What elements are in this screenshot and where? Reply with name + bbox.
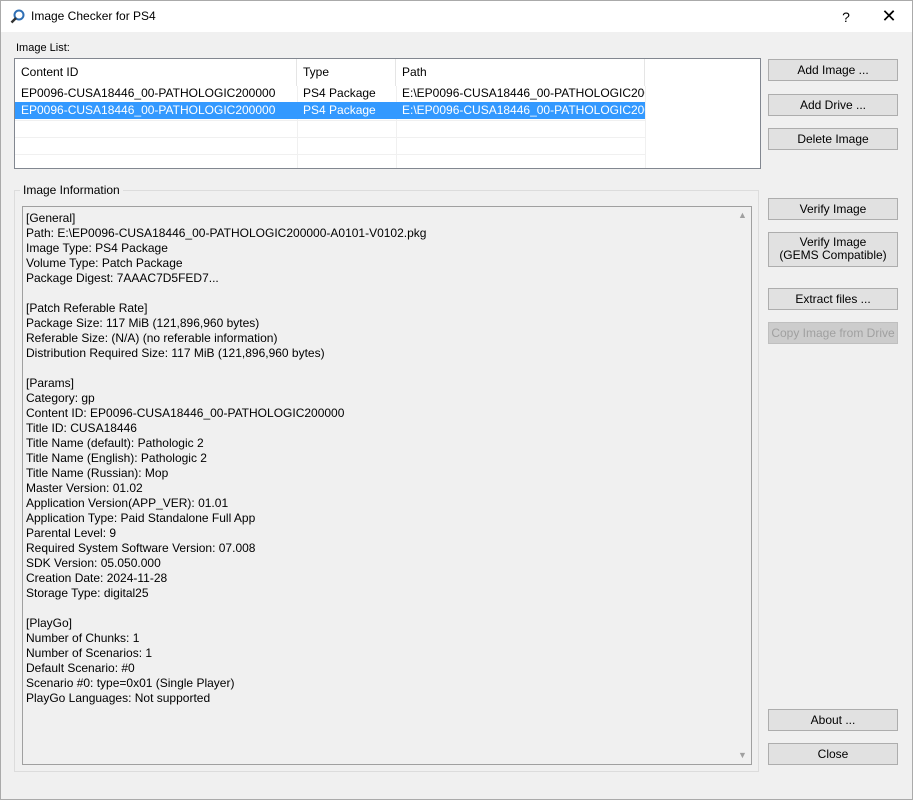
add-drive-button[interactable]: Add Drive ...: [768, 94, 898, 116]
info-line: [General]: [26, 211, 76, 225]
info-lines: [General] Path: E:\EP0096-CUSA18446_00-PA…: [26, 211, 426, 706]
extract-files-button[interactable]: Extract files ...: [768, 288, 898, 310]
info-line: Package Digest: 7AAAC7D5FED7...: [26, 271, 219, 285]
scroll-up-arrow-icon[interactable]: ▲: [734, 207, 751, 224]
close-button[interactable]: Close: [768, 743, 898, 765]
verify-gems-line2: (GEMS Compatible): [779, 248, 887, 262]
info-line: Application Type: Paid Standalone Full A…: [26, 511, 256, 525]
app-icon: [10, 9, 25, 24]
column-header-content-id[interactable]: Content ID: [15, 59, 297, 86]
info-line: Title ID: CUSA18446: [26, 421, 137, 435]
window-title: Image Checker for PS4: [31, 9, 156, 23]
info-line: Category: gp: [26, 391, 95, 405]
image-list[interactable]: Content ID Type Path EP0096-CUSA18446_00…: [14, 58, 761, 169]
grid-line: [15, 137, 645, 138]
info-line: Referable Size: (N/A) (no referable info…: [26, 331, 278, 345]
list-row-selected[interactable]: EP0096-CUSA18446_00-PATHOLOGIC200000 PS4…: [15, 102, 760, 119]
info-line: Distribution Required Size: 117 MiB (121…: [26, 346, 325, 360]
image-list-label: Image List:: [16, 42, 70, 54]
info-line: Number of Chunks: 1: [26, 631, 140, 645]
info-line: Path: E:\EP0096-CUSA18446_00-PATHOLOGIC2…: [26, 226, 427, 240]
cell-type: PS4 Package: [297, 102, 396, 119]
delete-image-button[interactable]: Delete Image: [768, 128, 898, 150]
info-line: Package Size: 117 MiB (121,896,960 bytes…: [26, 316, 260, 330]
info-line: Master Version: 01.02: [26, 481, 143, 495]
verify-image-gems-button[interactable]: Verify Image (GEMS Compatible): [768, 232, 898, 267]
list-row[interactable]: EP0096-CUSA18446_00-PATHOLOGIC200000 PS4…: [15, 85, 760, 102]
copy-image-from-drive-button: Copy Image from Drive: [768, 322, 898, 344]
list-header: Content ID Type Path: [15, 59, 760, 86]
scroll-down-arrow-icon[interactable]: ▼: [734, 747, 751, 764]
info-line: Volume Type: Patch Package: [26, 256, 183, 270]
info-line: Title Name (default): Pathologic 2: [26, 436, 204, 450]
verify-image-button[interactable]: Verify Image: [768, 198, 898, 220]
info-line: Creation Date: 2024-11-28: [26, 571, 168, 585]
info-line: Storage Type: digital25: [26, 586, 149, 600]
grid-line: [15, 120, 645, 121]
info-line: Image Type: PS4 Package: [26, 241, 168, 255]
info-line: [26, 361, 426, 376]
info-line: SDK Version: 05.050.000: [26, 556, 161, 570]
add-image-button[interactable]: Add Image ...: [768, 59, 898, 81]
info-line: Application Version(APP_VER): 01.01: [26, 496, 229, 510]
info-line: [Patch Referable Rate]: [26, 301, 148, 315]
info-line: Required System Software Version: 07.008: [26, 541, 256, 555]
info-line: [26, 601, 426, 616]
column-header-path[interactable]: Path: [396, 59, 645, 86]
cell-content-id: EP0096-CUSA18446_00-PATHOLOGIC200000: [21, 86, 276, 100]
cell-path: E:\EP0096-CUSA18446_00-PATHOLOGIC2000...: [396, 102, 645, 119]
info-line: Number of Scenarios: 1: [26, 646, 153, 660]
info-line: [Params]: [26, 376, 75, 390]
cell-type: PS4 Package: [303, 86, 376, 100]
cell-content-id: EP0096-CUSA18446_00-PATHOLOGIC200000: [15, 102, 297, 119]
info-line: PlayGo Languages: Not supported: [26, 691, 211, 705]
image-information-label: Image Information: [20, 183, 123, 197]
grid-line: [15, 154, 645, 155]
info-line: Content ID: EP0096-CUSA18446_00-PATHOLOG…: [26, 406, 345, 420]
main-window: Image Checker for PS4 ? ✕ Image List: Co…: [0, 0, 913, 800]
info-line: Scenario #0: type=0x01 (Single Player): [26, 676, 235, 690]
info-line: Title Name (Russian): Mop: [26, 466, 169, 480]
info-line: Default Scenario: #0: [26, 661, 135, 675]
info-line: Parental Level: 9: [26, 526, 117, 540]
info-line: [PlayGo]: [26, 616, 73, 630]
title-bar[interactable]: Image Checker for PS4 ? ✕: [1, 1, 912, 32]
info-line: Title Name (English): Pathologic 2: [26, 451, 207, 465]
window-close-button[interactable]: ✕: [875, 5, 903, 29]
help-button[interactable]: ?: [834, 5, 858, 29]
info-line: [26, 286, 426, 301]
cell-path: E:\EP0096-CUSA18446_00-PATHOLOGIC2000...: [402, 86, 645, 100]
vertical-scrollbar[interactable]: ▲ ▼: [734, 207, 751, 764]
column-header-type[interactable]: Type: [297, 59, 396, 86]
image-information-text[interactable]: [General] Path: E:\EP0096-CUSA18446_00-PA…: [22, 206, 752, 765]
about-button[interactable]: About ...: [768, 709, 898, 731]
